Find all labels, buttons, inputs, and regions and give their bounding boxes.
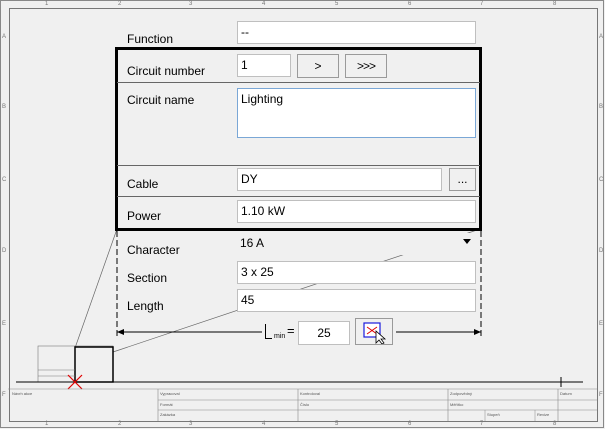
title-block-text: Vypracoval [160, 391, 180, 396]
circuit-number-field[interactable]: 1 [237, 54, 291, 77]
cable-field[interactable]: DY [237, 168, 442, 191]
lmin-symbol: min = [265, 322, 297, 342]
character-label: Character [127, 243, 180, 257]
lmin-subscript: min [274, 333, 286, 340]
power-label: Power [127, 209, 162, 223]
pick-element-button[interactable] [355, 318, 393, 345]
separator [117, 82, 480, 83]
length-label: Length [127, 299, 164, 313]
separator [117, 196, 480, 197]
lmin-equals: = [287, 323, 295, 338]
character-select[interactable]: 16 A [237, 233, 476, 255]
title-block-text: Zodpovědný [450, 391, 473, 396]
dimension-arrow-left [117, 329, 124, 335]
function-label: Function [127, 32, 174, 46]
next-circuit-button[interactable]: > [297, 54, 339, 78]
title-block-text: Kontroloval [300, 391, 321, 396]
function-field[interactable]: -- [237, 21, 476, 44]
title-block-text: Formát [160, 402, 173, 407]
character-value: 16 A [240, 236, 265, 250]
callout-line-left [74, 228, 118, 349]
title-block-text: Návrh akce [12, 391, 33, 396]
title-block-text: Zakázka [160, 412, 176, 417]
power-field[interactable]: 1.10 kW [237, 200, 476, 223]
cable-label: Cable [127, 177, 159, 191]
title-block-text: Datum [560, 391, 572, 396]
title-block-text: Revize [537, 412, 550, 417]
l-glyph [265, 324, 272, 339]
circuit-name-textarea[interactable]: Lighting [237, 88, 476, 138]
cable-browse-button[interactable]: ... [449, 168, 476, 191]
section-field[interactable]: 3 x 25 [237, 261, 476, 284]
length-field[interactable]: 45 [237, 289, 476, 312]
dimension-arrow-right [474, 329, 481, 335]
title-block-text: Číslo [300, 402, 310, 407]
chevron-down-icon [463, 239, 471, 244]
section-label: Section [127, 271, 168, 285]
title-block-text: Stupeň [487, 412, 500, 417]
title-block-text: Měřítko [450, 402, 464, 407]
separator [117, 165, 480, 166]
circuit-name-label: Circuit name [127, 93, 195, 107]
lmin-field[interactable]: 25 [298, 321, 350, 345]
circuit-number-label: Circuit number [127, 64, 206, 78]
fast-next-circuit-button[interactable]: >>> [345, 54, 387, 78]
pick-icon [363, 322, 387, 344]
